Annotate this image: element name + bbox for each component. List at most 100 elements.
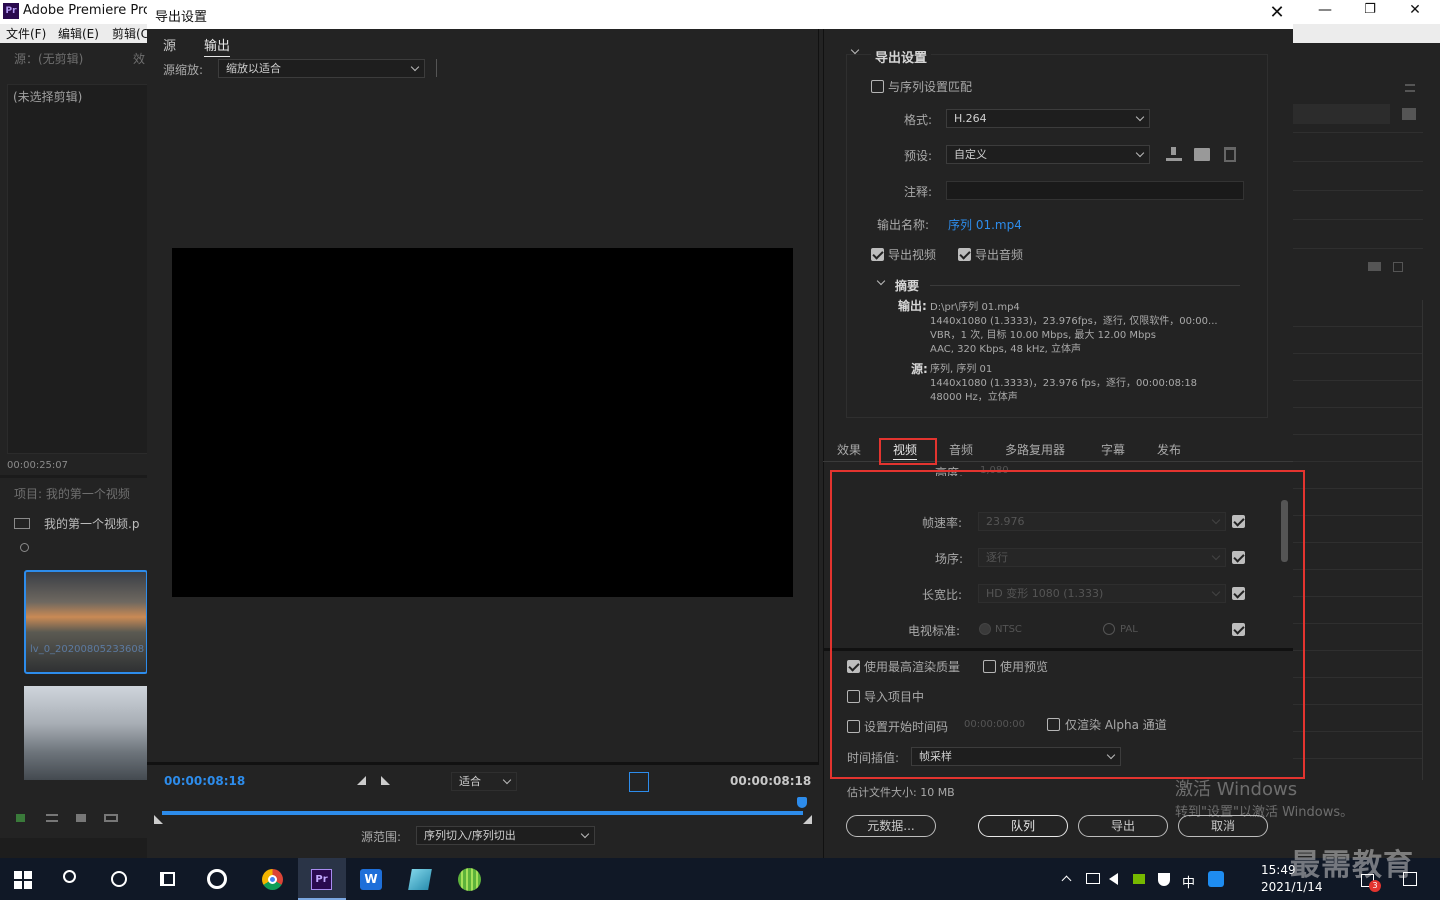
menu-clip[interactable]: 剪辑(C xyxy=(112,25,149,42)
window-maximize-button[interactable]: ❐ xyxy=(1355,2,1385,17)
folder-icon[interactable] xyxy=(1368,262,1381,271)
preset-dropdown[interactable]: 自定义 xyxy=(946,145,1150,164)
source-timecode: 00:00:25:07 xyxy=(7,460,69,471)
import-preset-icon[interactable] xyxy=(1194,148,1210,161)
cortana-icon[interactable] xyxy=(111,871,127,887)
project-item[interactable]: 我的第一个视频.p xyxy=(44,515,139,532)
tab-source[interactable]: 源 xyxy=(163,35,176,54)
metadata-button[interactable]: 元数据... xyxy=(846,815,936,837)
network-icon[interactable] xyxy=(1086,873,1100,884)
chevron-down-icon xyxy=(410,62,420,72)
output-name-label: 输出名称: xyxy=(877,218,930,232)
chevron-down-icon xyxy=(580,829,590,839)
new-item-icon[interactable] xyxy=(1402,108,1416,120)
menu-edit[interactable]: 编辑(E) xyxy=(58,25,99,42)
match-sequence-checkbox[interactable] xyxy=(871,80,884,93)
source-scaling-label: 源缩放: xyxy=(163,63,204,77)
premiere-icon: Pr xyxy=(311,869,332,890)
format-dropdown[interactable]: H.264 xyxy=(946,109,1150,128)
notes-app-icon[interactable] xyxy=(408,869,432,890)
duration-timecode: 00:00:08:18 xyxy=(730,774,812,788)
effects-tab[interactable]: 效 xyxy=(133,50,145,67)
save-preset-icon[interactable] xyxy=(1166,147,1182,161)
set-out-point-icon[interactable] xyxy=(381,776,390,785)
trash-icon[interactable] xyxy=(1393,262,1403,272)
source-viewer xyxy=(7,84,148,454)
set-in-point-icon[interactable] xyxy=(357,776,366,785)
list-view-icon[interactable] xyxy=(46,814,58,822)
freeform-view-icon[interactable] xyxy=(104,814,118,822)
window-minimize-button[interactable]: — xyxy=(1310,2,1340,18)
security-icon[interactable] xyxy=(1158,873,1170,886)
summary-output-line-2: 1440x1080 (1.3333)，23.976fps，逐行, 仅限软件，00… xyxy=(930,316,1218,327)
wps-icon[interactable]: W xyxy=(360,869,382,890)
export-video-label: 导出视频 xyxy=(888,248,937,262)
aspect-correction-icon[interactable] xyxy=(629,772,649,792)
timeline-tracks xyxy=(1293,300,1423,780)
tab-video-annotation xyxy=(879,438,937,465)
chevron-down-icon xyxy=(1135,112,1145,122)
summary-source-label: 源: xyxy=(911,362,928,376)
clip-1-name: lv_0_20200805233608 xyxy=(30,644,145,655)
tab-audio[interactable]: 音频 xyxy=(949,441,973,458)
tab-publish[interactable]: 发布 xyxy=(1157,441,1181,458)
panel-menu-icon[interactable] xyxy=(1405,84,1415,92)
video-preview xyxy=(172,248,793,597)
export-video-checkbox[interactable] xyxy=(871,248,884,261)
tab-effects[interactable]: 效果 xyxy=(837,441,861,458)
export-audio-checkbox[interactable] xyxy=(958,248,971,261)
action-center-icon[interactable] xyxy=(1403,872,1417,886)
fit-dropdown[interactable]: 适合 xyxy=(451,772,517,791)
in-point-marker[interactable] xyxy=(154,815,163,824)
source-range-label: 源范围: xyxy=(361,830,402,844)
source-tab[interactable]: 源：(无剪辑) xyxy=(14,50,83,67)
source-range-value: 序列切入/序列切出 xyxy=(424,829,516,842)
melon-app-icon[interactable] xyxy=(458,868,481,891)
current-timecode[interactable]: 00:00:08:18 xyxy=(164,774,245,788)
tab-multiplexer[interactable]: 多路复用器 xyxy=(1005,441,1065,458)
settings-annotation-box xyxy=(830,470,1305,779)
dialog-close-button[interactable]: ✕ xyxy=(1266,2,1288,24)
clip-thumbnail-1[interactable] xyxy=(24,570,148,674)
right-panel-search[interactable] xyxy=(1293,104,1390,124)
tab-captions[interactable]: 字幕 xyxy=(1101,441,1125,458)
dialog-title: 导出设置 xyxy=(155,10,208,25)
start-button[interactable] xyxy=(14,871,32,889)
chrome-icon[interactable] xyxy=(262,869,283,890)
playhead[interactable] xyxy=(797,797,807,808)
timeline-track[interactable] xyxy=(162,811,803,815)
source-scaling-dropdown[interactable]: 缩放以适合 xyxy=(218,59,425,78)
pinwheel-app-icon[interactable] xyxy=(207,869,227,889)
right-scroll-divider xyxy=(1422,300,1423,780)
task-view-icon[interactable] xyxy=(160,872,175,886)
comment-input[interactable] xyxy=(946,181,1244,200)
menu-file[interactable]: 文件(F) xyxy=(6,25,46,42)
source-range-dropdown[interactable]: 序列切入/序列切出 xyxy=(416,826,595,845)
summary-output-line-1: D:\pr\序列 01.mp4 xyxy=(930,302,1020,313)
project-tab[interactable]: 项目: 我的第一个视频 xyxy=(14,485,130,502)
export-button[interactable]: 导出 xyxy=(1078,815,1168,837)
search-taskbar-icon[interactable] xyxy=(63,870,76,883)
preset-label: 预设: xyxy=(904,149,933,163)
lock-icon[interactable] xyxy=(16,814,25,822)
out-point-marker[interactable] xyxy=(803,815,812,824)
output-name-link[interactable]: 序列 01.mp4 xyxy=(948,216,1022,233)
tab-output[interactable]: 输出 xyxy=(204,35,231,57)
nvidia-icon[interactable] xyxy=(1133,874,1145,884)
qq-icon[interactable] xyxy=(1208,871,1224,887)
volume-icon[interactable] xyxy=(1109,873,1118,885)
queue-button[interactable]: 队列 xyxy=(978,815,1068,837)
brand-watermark: 最需教育 xyxy=(1290,848,1414,883)
icon-view-icon[interactable] xyxy=(76,814,86,822)
delete-preset-icon[interactable] xyxy=(1224,147,1236,162)
chevron-down-icon xyxy=(1135,148,1145,158)
dialog-titlebar xyxy=(147,0,1293,29)
window-close-button[interactable]: ✕ xyxy=(1400,2,1430,18)
summary-line xyxy=(930,285,1240,286)
ime-indicator[interactable]: 中 xyxy=(1182,872,1195,891)
format-value: H.264 xyxy=(954,112,987,125)
export-settings-header: 导出设置 xyxy=(871,47,932,66)
clip-thumbnail-2[interactable] xyxy=(24,686,148,780)
export-audio-label: 导出音频 xyxy=(975,248,1024,262)
preset-value: 自定义 xyxy=(954,148,987,161)
